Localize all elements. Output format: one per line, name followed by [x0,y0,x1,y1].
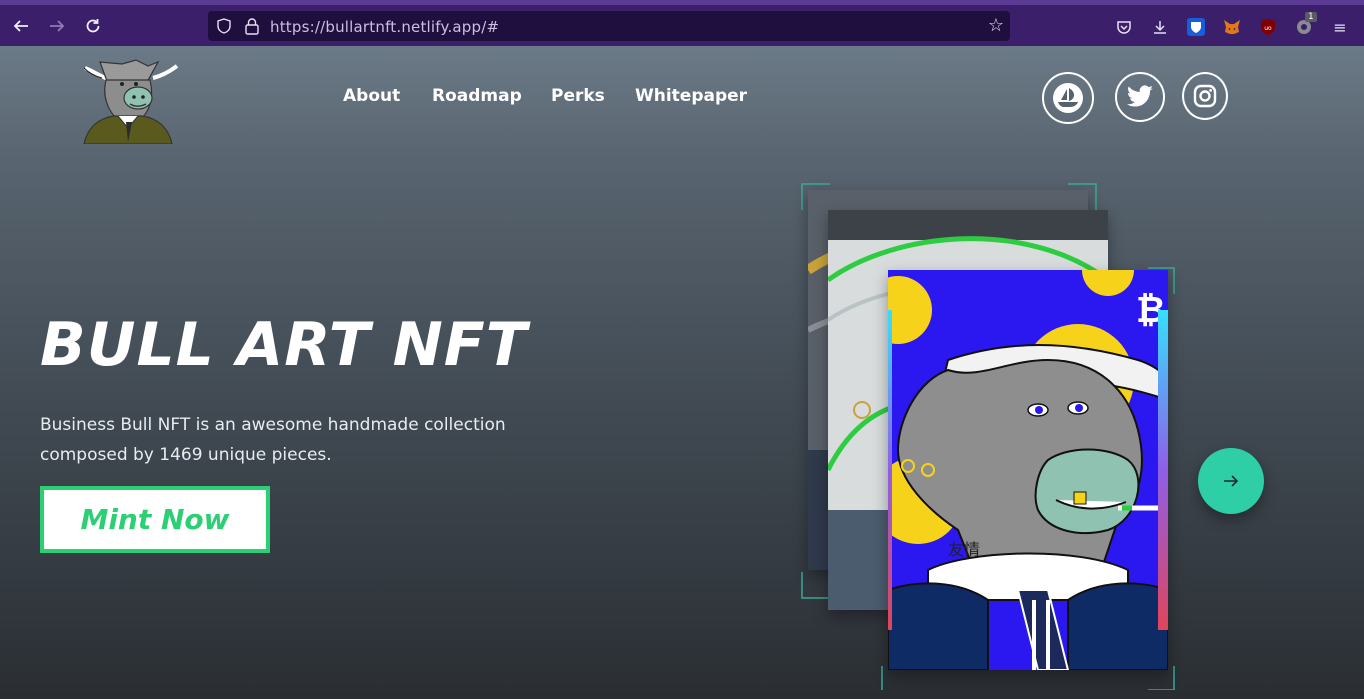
twitter-icon [1127,85,1153,107]
arrow-right-icon [1224,475,1239,487]
url-text[interactable]: https://bullartnft.netlify.app/# [270,18,499,36]
webpage: About Roadmap Perks Whitepaper BULL ART … [0,46,1364,699]
nft-card-carousel: ₿ 友情 [798,180,1198,690]
menu-icon[interactable]: ≡ [1331,18,1349,37]
bull-logo[interactable] [82,52,182,144]
extension-icon[interactable]: 1 [1295,12,1317,36]
forward-button[interactable] [44,13,70,39]
instagram-link[interactable] [1182,72,1228,120]
opensea-link[interactable] [1042,72,1094,124]
opensea-icon [1053,83,1083,113]
mint-now-button[interactable]: Mint Now [40,486,270,553]
arrow-right-icon [50,20,65,32]
card-edge-right [1158,310,1168,630]
bitwarden-icon[interactable] [1187,18,1205,36]
nav-about[interactable]: About [343,86,400,106]
carousel-next-button[interactable] [1198,448,1264,514]
address-bar[interactable]: https://bullartnft.netlify.app/# ☆ [208,11,1010,41]
back-button[interactable] [8,13,34,39]
twitter-link[interactable] [1115,72,1165,122]
reload-button[interactable] [80,13,106,39]
lock-icon[interactable] [244,17,260,35]
nft-card-front[interactable]: ₿ 友情 [888,270,1168,670]
extension-badge: 1 [1305,12,1317,22]
metamask-icon[interactable] [1223,18,1241,36]
instagram-icon [1193,84,1217,108]
hero-description: Business Bull NFT is an awesome handmade… [40,415,506,465]
nav-roadmap[interactable]: Roadmap [432,86,522,106]
download-icon[interactable] [1151,18,1169,36]
shield-icon[interactable] [216,18,232,34]
nav-perks[interactable]: Perks [551,86,605,106]
browser-toolbar: https://bullartnft.netlify.app/# ☆ uo 1 … [0,0,1364,46]
hero-title: BULL ART NFT [40,310,528,380]
neck-tattoo-text: 友情 [948,540,980,559]
pocket-icon[interactable] [1115,18,1133,36]
svg-text:uo: uo [1264,25,1272,32]
ublock-icon[interactable]: uo [1259,18,1277,36]
bookmark-star-icon[interactable]: ☆ [988,15,1004,36]
card-edge-left [888,310,892,630]
reload-icon [86,19,100,33]
arrow-left-icon [13,20,28,32]
nav-whitepaper[interactable]: Whitepaper [635,86,747,106]
